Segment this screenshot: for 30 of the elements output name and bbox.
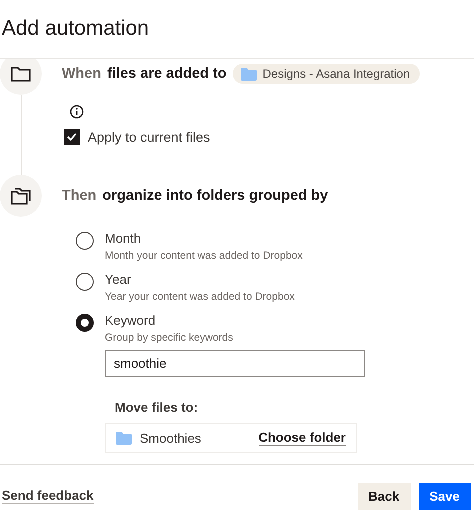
keyword-field[interactable]: smoothie [105, 350, 365, 377]
option-description: Month your content was added to Dropbox [105, 250, 303, 262]
folder-icon [11, 66, 31, 82]
folder-chip[interactable]: Designs - Asana Integration [232, 64, 420, 84]
choose-folder-link[interactable]: Choose folder [258, 430, 346, 446]
step-text: files are added to [107, 66, 227, 82]
option-label: Month [105, 231, 142, 246]
dialog-title: Add automation [2, 17, 150, 41]
option-description: Year your content was added to Dropbox [105, 291, 295, 303]
option-label: Keyword [105, 313, 157, 328]
back-button[interactable]: Back [358, 482, 411, 510]
radio-button[interactable] [76, 314, 94, 332]
radio-button[interactable] [76, 232, 94, 250]
save-button[interactable]: Save [418, 482, 471, 510]
step-lead: Then [62, 188, 97, 204]
feedback-link[interactable]: Send feedback [2, 488, 94, 504]
folders-icon [11, 187, 31, 205]
radio-button[interactable] [76, 273, 94, 291]
checkbox-label: Apply to current files [88, 130, 210, 144]
move-label: Move files to: [115, 400, 200, 415]
checkbox[interactable] [64, 129, 80, 145]
checkmark-icon [67, 133, 77, 141]
folder-icon [116, 432, 132, 444]
step-text: organize into folders grouped by [102, 188, 328, 204]
step-lead: When [62, 66, 102, 82]
info-icon[interactable] [70, 105, 84, 119]
option-label: Year [105, 272, 132, 287]
option-description: Group by specific keywords [105, 332, 234, 344]
folder-name: Smoothies [140, 430, 202, 446]
folder-icon [240, 68, 257, 80]
